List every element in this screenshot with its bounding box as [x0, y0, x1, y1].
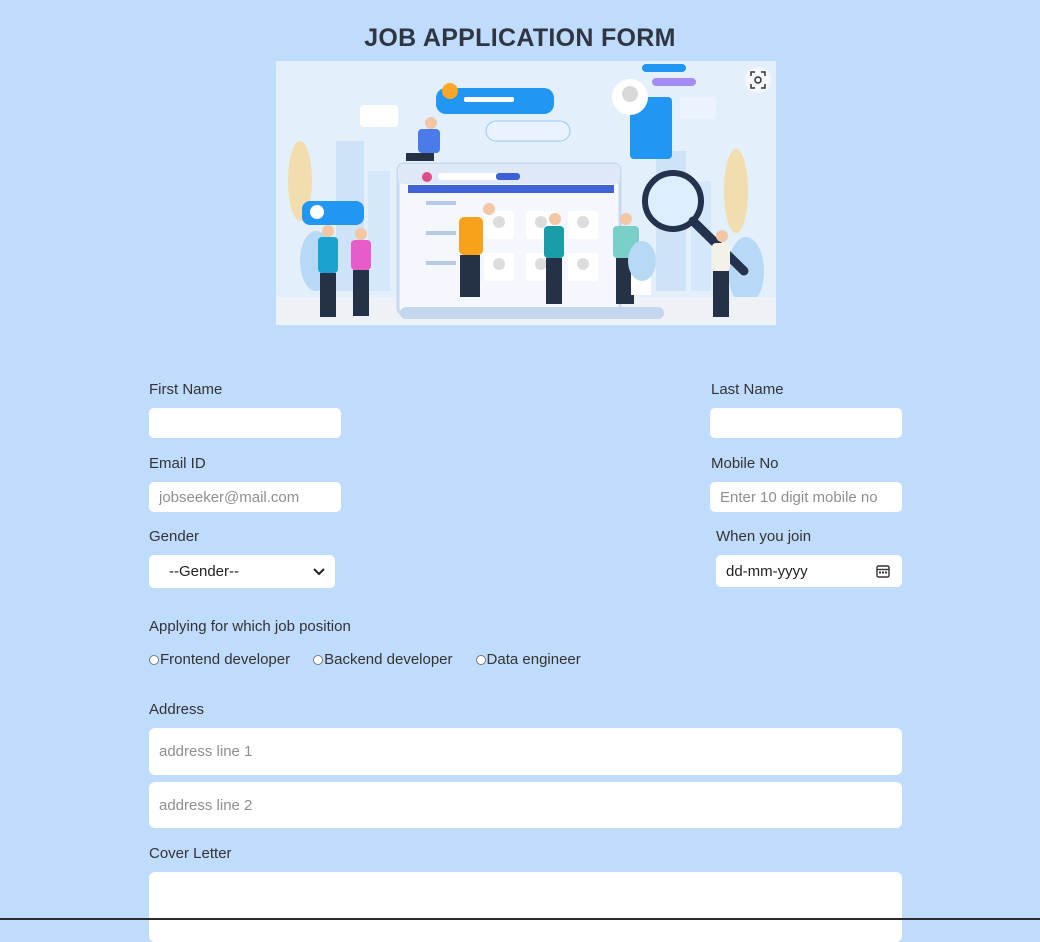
- join-date-value: dd-mm-yyyy: [726, 562, 808, 580]
- radio-label: Backend developer: [324, 651, 453, 668]
- hero-illustration: [276, 61, 776, 325]
- join-date-input[interactable]: dd-mm-yyyy: [716, 555, 902, 587]
- radio-button[interactable]: [149, 654, 159, 665]
- address-label: Address: [149, 701, 205, 718]
- mobile-label: Mobile No: [711, 455, 779, 472]
- email-label: Email ID: [149, 455, 206, 472]
- last-name-input[interactable]: [710, 408, 902, 438]
- first-name-input[interactable]: [149, 408, 341, 438]
- mobile-input[interactable]: [710, 482, 902, 512]
- radio-frontend-developer[interactable]: Frontend developer: [149, 651, 290, 668]
- join-date-label: When you join: [716, 528, 812, 545]
- job-position-radio-group: Frontend developer Backend developer Dat…: [149, 651, 604, 668]
- chevron-down-icon: [313, 567, 325, 575]
- email-input[interactable]: [149, 482, 341, 512]
- last-name-label: Last Name: [711, 381, 784, 398]
- cover-letter-label: Cover Letter: [149, 845, 232, 862]
- radio-button[interactable]: [313, 654, 324, 665]
- calendar-icon[interactable]: [876, 564, 890, 578]
- radio-label: Frontend developer: [160, 651, 291, 668]
- address-line-1-input[interactable]: [149, 728, 902, 775]
- address-line-2-input[interactable]: [149, 782, 902, 828]
- gender-selected-value: --Gender--: [169, 563, 240, 580]
- team-illustration: [276, 61, 776, 325]
- page-title: JOB APPLICATION FORM: [364, 24, 676, 52]
- gender-label: Gender: [149, 528, 200, 545]
- scan-icon: [745, 67, 771, 93]
- radio-data-engineer[interactable]: Data engineer: [475, 651, 581, 668]
- first-name-label: First Name: [149, 381, 223, 398]
- gender-select[interactable]: --Gender--: [149, 555, 335, 588]
- radio-backend-developer[interactable]: Backend developer: [313, 651, 453, 668]
- job-position-label: Applying for which job position: [149, 618, 351, 635]
- radio-button[interactable]: [475, 654, 486, 665]
- radio-label: Data engineer: [486, 651, 581, 668]
- cover-letter-textarea[interactable]: [149, 872, 902, 942]
